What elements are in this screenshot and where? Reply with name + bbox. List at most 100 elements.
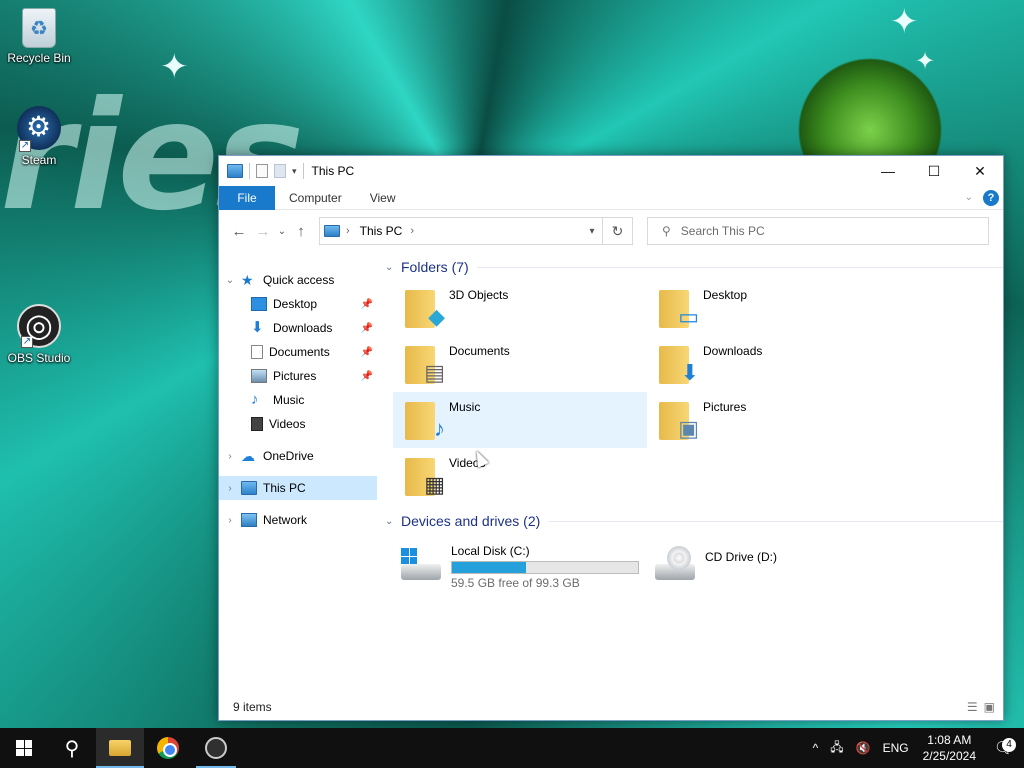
drive-local-disk-c[interactable]: Local Disk (C:) 59.5 GB free of 99.3 GB	[393, 538, 647, 594]
sidebar-item-music[interactable]: ♪ Music	[219, 388, 377, 412]
folder-downloads[interactable]: ⬇ Downloads	[647, 336, 901, 392]
start-button[interactable]	[0, 728, 48, 768]
document-icon	[251, 345, 263, 359]
cd-drive-icon	[653, 544, 699, 584]
this-pc-icon	[241, 481, 257, 495]
sidebar-item-this-pc[interactable]: › This PC	[219, 476, 377, 500]
search-icon: ⚲	[64, 737, 80, 760]
clock[interactable]: 1:08 AM 2/25/2024	[915, 732, 984, 764]
pin-icon[interactable]: 📌	[361, 347, 373, 358]
expand-chevron-icon[interactable]: ›	[219, 483, 241, 494]
folder-videos[interactable]: ▦ Videos	[393, 448, 647, 504]
taskbar-file-explorer[interactable]	[96, 728, 144, 768]
expand-ribbon-chevron-icon[interactable]: ⌄	[965, 192, 973, 203]
help-icon[interactable]: ?	[983, 189, 999, 206]
desktop-icon-label: OBS Studio	[7, 351, 71, 365]
sidebar-item-network[interactable]: › Network	[219, 508, 377, 532]
recent-locations-button[interactable]: ⌄	[275, 226, 289, 237]
window-title: This PC	[311, 164, 355, 178]
close-button[interactable]: ✕	[957, 156, 1003, 186]
sparkle-icon: ✦	[160, 48, 189, 86]
address-dropdown-icon[interactable]: ▾	[582, 226, 602, 237]
sidebar-item-pictures[interactable]: Pictures 📌	[219, 364, 377, 388]
refresh-button[interactable]: ↻	[603, 217, 633, 245]
item-count: 9 items	[233, 700, 272, 714]
divider	[302, 163, 304, 179]
back-button[interactable]: ←	[227, 223, 251, 240]
desktop-icon-obs-studio[interactable]: ↗ OBS Studio	[1, 304, 77, 365]
folder-music[interactable]: ♪ Music	[393, 392, 647, 448]
taskbar-obs-studio[interactable]	[192, 728, 240, 768]
collapse-chevron-icon[interactable]: ⌄	[385, 262, 399, 273]
collapse-chevron-icon[interactable]: ⌄	[385, 516, 399, 527]
folder-name: Downloads	[703, 344, 763, 358]
breadcrumb-chevron-icon[interactable]: ›	[346, 225, 350, 237]
minimize-button[interactable]: —	[865, 156, 911, 186]
properties-icon[interactable]	[256, 164, 268, 178]
up-button[interactable]: ↑	[289, 223, 313, 240]
folder-desktop[interactable]: ▭ Desktop	[647, 280, 901, 336]
notification-count: 4	[1002, 738, 1016, 752]
sidebar-item-documents[interactable]: Documents 📌	[219, 340, 377, 364]
search-icon: ⚲	[662, 224, 671, 238]
search-input[interactable]: ⚲ Search This PC	[647, 217, 989, 245]
collapse-chevron-icon[interactable]: ⌄	[219, 275, 241, 286]
sidebar-item-downloads[interactable]: ⬇ Downloads 📌	[219, 316, 377, 340]
obs-icon: ↗	[17, 304, 61, 348]
group-title: Folders (7)	[401, 259, 469, 275]
breadcrumb-this-pc[interactable]: This PC	[360, 224, 403, 238]
sidebar-item-videos[interactable]: Videos	[219, 412, 377, 436]
sparkle-icon: ✦	[890, 3, 919, 41]
drive-name: CD Drive (D:)	[705, 550, 777, 564]
divider	[249, 163, 250, 179]
expand-chevron-icon[interactable]: ›	[219, 451, 241, 462]
pin-icon[interactable]: 📌	[361, 323, 373, 334]
folder-name: Pictures	[703, 400, 747, 414]
maximize-button[interactable]: ☐	[911, 156, 957, 186]
title-bar[interactable]: ▾ This PC — ☐ ✕	[219, 156, 1003, 186]
pin-icon[interactable]: 📌	[361, 371, 373, 382]
desktop-icon-label: Steam	[21, 153, 57, 167]
sidebar-item-label: Quick access	[263, 273, 335, 287]
search-button[interactable]: ⚲	[48, 728, 96, 768]
pin-icon[interactable]: 📌	[361, 299, 373, 310]
desktop-icon-recycle-bin[interactable]: Recycle Bin	[1, 8, 77, 65]
picture-icon: ▣	[678, 416, 699, 441]
group-title: Devices and drives (2)	[401, 513, 541, 529]
sidebar-item-label: Downloads	[273, 321, 333, 335]
taskbar-chrome[interactable]	[144, 728, 192, 768]
sidebar-item-onedrive[interactable]: › ☁ OneDrive	[219, 444, 377, 468]
monitor-icon: ▭	[678, 304, 699, 329]
customize-toolbar-icon[interactable]: ▾	[292, 166, 297, 177]
desktop-icon-steam[interactable]: ↗ Steam	[1, 106, 77, 167]
network-icon[interactable]: 🖧	[824, 738, 849, 759]
sidebar-item-desktop[interactable]: Desktop 📌	[219, 292, 377, 316]
folder-3d-objects[interactable]: ◆ 3D Objects	[393, 280, 647, 336]
volume-muted-icon[interactable]: 🔇	[850, 741, 877, 755]
tab-file[interactable]: File	[219, 185, 275, 210]
document-icon: ▤	[424, 360, 445, 385]
expand-chevron-icon[interactable]: ›	[219, 515, 241, 526]
input-language[interactable]: ENG	[877, 741, 915, 755]
folders-grid: ◆ 3D Objects ▭ Desktop ▤ Documents ⬇ Dow…	[393, 280, 1003, 504]
search-placeholder: Search This PC	[680, 224, 765, 238]
breadcrumb-chevron-icon[interactable]: ›	[410, 225, 414, 237]
folder-name: Music	[449, 400, 481, 414]
folder-pictures[interactable]: ▣ Pictures	[647, 392, 901, 448]
drive-cd-d[interactable]: CD Drive (D:)	[647, 538, 901, 594]
details-view-icon[interactable]: ☰	[967, 700, 978, 714]
large-icons-view-icon[interactable]: ▣	[984, 700, 995, 714]
folder-icon	[109, 740, 131, 756]
devices-group-header[interactable]: ⌄ Devices and drives (2)	[385, 510, 1003, 532]
tab-computer[interactable]: Computer	[275, 186, 356, 210]
new-folder-icon[interactable]	[274, 164, 286, 178]
forward-button[interactable]: →	[251, 223, 275, 240]
tab-view[interactable]: View	[356, 186, 410, 210]
notifications-button[interactable]: 🗨 4	[984, 738, 1024, 758]
drive-usage-bar	[451, 561, 639, 574]
address-bar[interactable]: › This PC › ▾	[319, 217, 603, 245]
sidebar-item-quick-access[interactable]: ⌄ ★ Quick access	[219, 268, 377, 292]
show-hidden-icons-chevron-icon[interactable]: ^	[807, 741, 825, 755]
folders-group-header[interactable]: ⌄ Folders (7)	[385, 256, 1003, 278]
folder-documents[interactable]: ▤ Documents	[393, 336, 647, 392]
